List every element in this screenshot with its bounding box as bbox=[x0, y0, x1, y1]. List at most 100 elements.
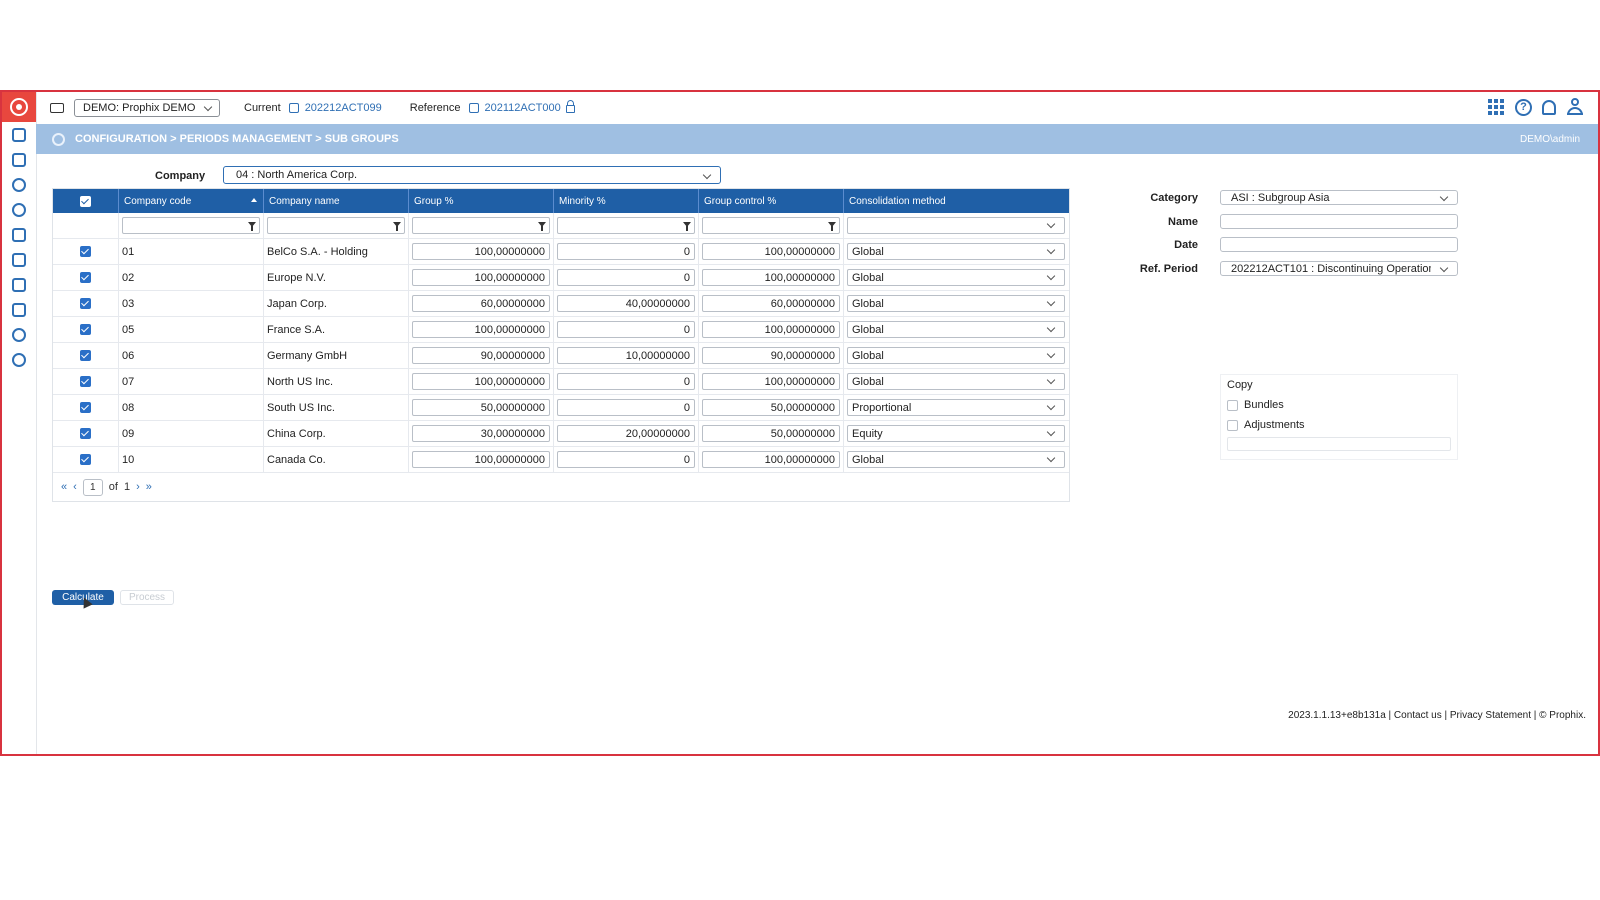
group-pct-input[interactable]: 100,00000000 bbox=[412, 321, 550, 338]
row-select-checkbox[interactable] bbox=[80, 272, 91, 283]
group-pct-input[interactable]: 100,00000000 bbox=[412, 243, 550, 260]
group-pct-input[interactable]: 90,00000000 bbox=[412, 347, 550, 364]
filter-group-pct[interactable] bbox=[412, 217, 550, 234]
adjustments-checkbox[interactable]: Adjustments bbox=[1227, 419, 1457, 431]
environment-select[interactable]: DEMO: Prophix DEMO bbox=[74, 99, 220, 117]
filter-icon[interactable] bbox=[538, 222, 546, 231]
group-control-pct-input[interactable]: 100,00000000 bbox=[702, 269, 840, 286]
minority-pct-input[interactable]: 0 bbox=[557, 373, 695, 390]
column-header-company-code[interactable]: Company code bbox=[119, 189, 264, 213]
group-pct-input[interactable]: 30,00000000 bbox=[412, 425, 550, 442]
bundles-checkbox[interactable]: Bundles bbox=[1227, 399, 1457, 411]
row-select-checkbox[interactable] bbox=[80, 402, 91, 413]
minority-pct-input[interactable]: 0 bbox=[557, 399, 695, 416]
help-icon[interactable]: ? bbox=[1515, 98, 1532, 116]
name-input[interactable] bbox=[1220, 214, 1458, 229]
last-page-icon[interactable]: » bbox=[146, 481, 152, 493]
page-input[interactable]: 1 bbox=[82, 478, 103, 496]
row-select-checkbox[interactable] bbox=[80, 298, 91, 309]
filter-company-code[interactable] bbox=[122, 217, 260, 234]
consolidation-method-select[interactable]: Global bbox=[847, 269, 1065, 286]
consolidation-method-select[interactable]: Global bbox=[847, 243, 1065, 260]
database-icon[interactable] bbox=[2, 172, 36, 197]
filter-icon[interactable] bbox=[393, 222, 401, 231]
consolidation-method-select[interactable]: Global bbox=[847, 373, 1065, 390]
select-all-checkbox[interactable] bbox=[53, 189, 119, 213]
minority-pct-input[interactable]: 10,00000000 bbox=[557, 347, 695, 364]
filter-icon[interactable] bbox=[828, 222, 836, 231]
next-page-icon[interactable]: › bbox=[136, 481, 140, 493]
minority-pct-input[interactable]: 20,00000000 bbox=[557, 425, 695, 442]
filter-icon[interactable] bbox=[683, 222, 691, 231]
company-select[interactable]: 04 : North America Corp. bbox=[223, 166, 721, 184]
group-pct-input[interactable]: 100,00000000 bbox=[412, 269, 550, 286]
transfer-icon[interactable] bbox=[2, 297, 36, 322]
structure-icon[interactable] bbox=[2, 247, 36, 272]
group-pct-input[interactable]: 60,00000000 bbox=[412, 295, 550, 312]
group-control-pct-input[interactable]: 60,00000000 bbox=[702, 295, 840, 312]
chevron-down-icon bbox=[1046, 245, 1056, 255]
filter-group-control-pct[interactable] bbox=[702, 217, 840, 234]
reports-icon[interactable] bbox=[2, 147, 36, 172]
column-header-consolidation-method[interactable]: Consolidation method bbox=[844, 189, 1068, 213]
filter-icon[interactable] bbox=[248, 222, 256, 231]
lock-icon[interactable] bbox=[565, 100, 575, 113]
date-input[interactable] bbox=[1220, 237, 1458, 252]
row-select-checkbox[interactable] bbox=[80, 350, 91, 361]
consolidation-method-select[interactable]: Equity bbox=[847, 425, 1065, 442]
minority-pct-input[interactable]: 0 bbox=[557, 451, 695, 468]
consolidation-method-select[interactable]: Global bbox=[847, 347, 1065, 364]
document-icon[interactable] bbox=[2, 222, 36, 247]
group-control-pct-input[interactable]: 100,00000000 bbox=[702, 321, 840, 338]
row-select-checkbox[interactable] bbox=[80, 324, 91, 335]
user-icon[interactable] bbox=[1566, 98, 1584, 116]
group-control-pct-input[interactable]: 100,00000000 bbox=[702, 243, 840, 260]
filter-consolidation-method[interactable] bbox=[847, 217, 1065, 234]
home-icon[interactable] bbox=[2, 122, 36, 147]
row-select-checkbox[interactable] bbox=[80, 376, 91, 387]
group-pct-input[interactable]: 100,00000000 bbox=[412, 451, 550, 468]
admin-icon[interactable] bbox=[2, 347, 36, 372]
consolidation-method-value: Global bbox=[852, 297, 884, 310]
prophix-logo[interactable] bbox=[2, 92, 36, 122]
group-control-pct-input[interactable]: 50,00000000 bbox=[702, 399, 840, 416]
group-control-pct-input[interactable]: 90,00000000 bbox=[702, 347, 840, 364]
minority-pct-input[interactable]: 0 bbox=[557, 321, 695, 338]
ref-period-select[interactable]: 202212ACT101 : Discontinuing Operation bbox=[1220, 261, 1458, 276]
consolidation-method-select[interactable]: Global bbox=[847, 295, 1065, 312]
row-select-checkbox[interactable] bbox=[80, 454, 91, 465]
filter-minority-pct[interactable] bbox=[557, 217, 695, 234]
minority-pct-input[interactable]: 0 bbox=[557, 269, 695, 286]
apps-grid-icon[interactable] bbox=[1488, 98, 1505, 116]
column-header-minority-pct[interactable]: Minority % bbox=[554, 189, 699, 213]
consolidation-method-select[interactable]: Global bbox=[847, 451, 1065, 468]
copy-source-select[interactable] bbox=[1227, 437, 1451, 451]
row-select-checkbox[interactable] bbox=[80, 246, 91, 257]
group-pct-input[interactable]: 100,00000000 bbox=[412, 373, 550, 390]
settings-icon[interactable] bbox=[2, 197, 36, 222]
minority-pct-input[interactable]: 0 bbox=[557, 243, 695, 260]
row-select-checkbox[interactable] bbox=[80, 428, 91, 439]
prev-page-icon[interactable]: ‹ bbox=[73, 481, 77, 493]
group-control-pct-input[interactable]: 100,00000000 bbox=[702, 373, 840, 390]
process-button[interactable]: Process bbox=[120, 590, 174, 605]
journal-icon[interactable] bbox=[2, 272, 36, 297]
first-page-icon[interactable]: « bbox=[61, 481, 67, 493]
consolidation-method-select[interactable]: Global bbox=[847, 321, 1065, 338]
consolidation-method-select[interactable]: Proportional bbox=[847, 399, 1065, 416]
column-header-company-name[interactable]: Company name bbox=[264, 189, 409, 213]
category-select[interactable]: ASI : Subgroup Asia bbox=[1220, 190, 1458, 205]
filter-company-name[interactable] bbox=[267, 217, 405, 234]
chevron-down-icon bbox=[1046, 271, 1056, 281]
bell-icon[interactable] bbox=[1542, 99, 1556, 115]
group-control-pct-input[interactable]: 50,00000000 bbox=[702, 425, 840, 442]
group-control-pct-input[interactable]: 100,00000000 bbox=[702, 451, 840, 468]
folder-icon[interactable] bbox=[50, 103, 64, 113]
globe-icon[interactable] bbox=[2, 322, 36, 347]
current-period-link[interactable]: 202212ACT099 bbox=[305, 102, 382, 114]
column-header-group-pct[interactable]: Group % bbox=[409, 189, 554, 213]
minority-pct-input[interactable]: 40,00000000 bbox=[557, 295, 695, 312]
reference-period-link[interactable]: 202112ACT000 bbox=[485, 102, 561, 114]
column-header-group-control-pct[interactable]: Group control % bbox=[699, 189, 844, 213]
group-pct-input[interactable]: 50,00000000 bbox=[412, 399, 550, 416]
